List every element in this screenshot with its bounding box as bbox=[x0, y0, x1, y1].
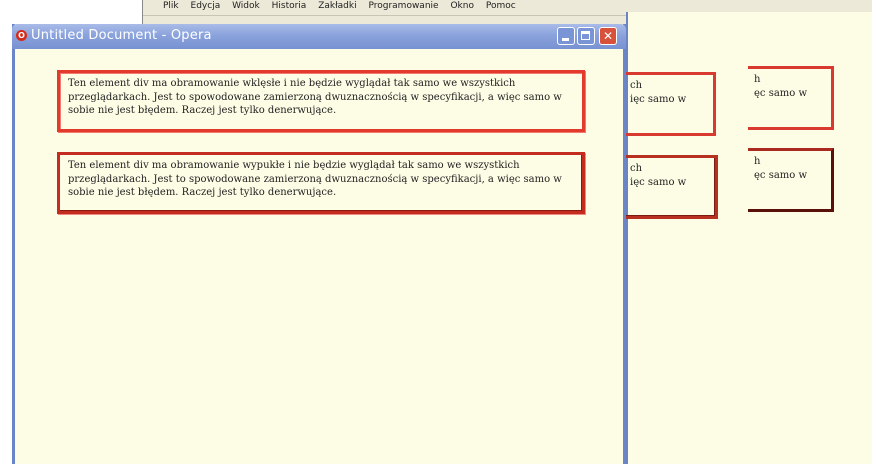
opera-logo-icon: O bbox=[16, 30, 27, 41]
window-title: Untitled Document - Opera bbox=[31, 28, 212, 43]
desktop: Plik Edycja Widok Historia Zakładki Prog… bbox=[0, 0, 872, 464]
close-icon: ✕ bbox=[602, 29, 614, 43]
menu-item-edycja[interactable]: Edycja bbox=[191, 0, 221, 11]
groove-border-box: Ten element div ma obramowanie wklęsłe i… bbox=[57, 70, 585, 132]
menu-item-historia[interactable]: Historia bbox=[272, 0, 307, 11]
menu-item-zakladki[interactable]: Zakładki bbox=[318, 0, 356, 11]
groove-box-text: Ten element div ma obramowanie wklęsłe i… bbox=[68, 78, 562, 116]
mid-box2-line2: ięc samo w bbox=[630, 177, 687, 188]
minimize-button[interactable] bbox=[557, 27, 575, 45]
ridge-border-box: Ten element div ma obramowanie wypukłe i… bbox=[57, 152, 585, 214]
right-bordered-box-2: h ęc samo w bbox=[748, 148, 834, 212]
right-browser-window[interactable]: h ęc samo w h ęc samo w bbox=[748, 12, 872, 464]
menu-item-okno[interactable]: Okno bbox=[450, 0, 474, 11]
mid-bordered-box-1: ch ięc samo w bbox=[624, 72, 716, 136]
menu-item-plik[interactable]: Plik bbox=[163, 0, 179, 11]
menu-item-pomoc[interactable]: Pomoc bbox=[486, 0, 516, 11]
ridge-box-text: Ten element div ma obramowanie wypukłe i… bbox=[68, 160, 562, 198]
right-box2-line2: ęc samo w bbox=[754, 170, 808, 181]
close-button[interactable]: ✕ bbox=[599, 27, 617, 45]
maximize-icon bbox=[581, 31, 590, 40]
mid-box1-line1: ch bbox=[630, 80, 643, 91]
maximize-button[interactable] bbox=[577, 27, 595, 45]
right-bordered-box-1: h ęc samo w bbox=[748, 66, 834, 130]
title-bar[interactable]: O Untitled Document - Opera ✕ bbox=[12, 24, 626, 49]
right-box1-line2: ęc samo w bbox=[754, 88, 808, 99]
right-box2-line1: h bbox=[754, 156, 761, 167]
right-box1-line1: h bbox=[754, 74, 761, 85]
mid-box2-line1: ch bbox=[630, 163, 643, 174]
middle-browser-window[interactable]: ch ięc samo w ch ięc samo w bbox=[624, 12, 757, 464]
menu-item-programowanie[interactable]: Programowanie bbox=[368, 0, 438, 11]
opera-window[interactable]: O Untitled Document - Opera ✕ Ten elemen… bbox=[12, 24, 626, 464]
mid-bordered-box-2: ch ięc samo w bbox=[624, 155, 718, 219]
mid-box1-line2: ięc samo w bbox=[630, 94, 687, 105]
minimize-icon bbox=[562, 38, 569, 41]
menu-item-widok[interactable]: Widok bbox=[232, 0, 260, 11]
